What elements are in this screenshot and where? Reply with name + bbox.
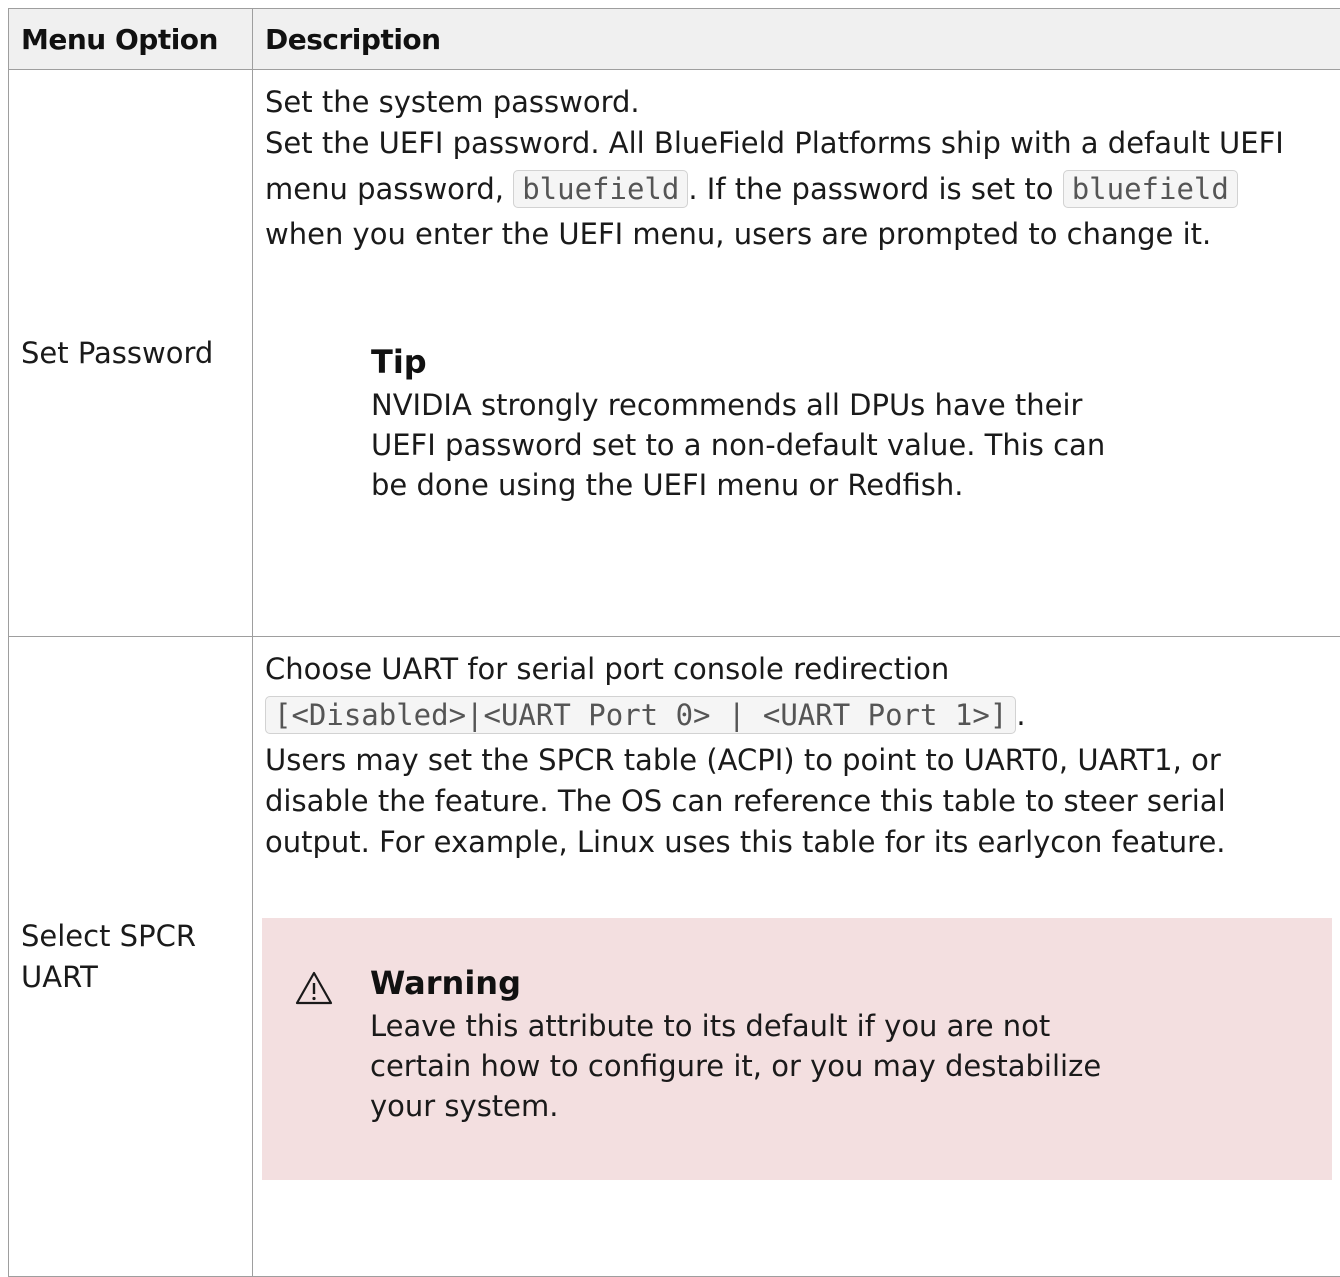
description-line: when you enter the UEFI menu, users are …: [265, 214, 1340, 255]
option-cell: Set Password: [9, 70, 253, 637]
tip-title: Tip: [371, 339, 1340, 385]
description-line: Set the UEFI password. All BlueField Pla…: [265, 123, 1340, 164]
description-line: Choose UART for serial port console redi…: [265, 649, 1340, 690]
tip-body: NVIDIA strongly recommends all DPUs have…: [371, 385, 1340, 505]
description-line: Set the system password.: [265, 82, 1340, 123]
description-line: disable the feature. The OS can referenc…: [265, 781, 1340, 822]
tip-line: UEFI password set to a non-default value…: [371, 425, 1340, 465]
option-line: Select SPCR: [21, 916, 240, 957]
description-line: menu password, bluefield. If the passwor…: [265, 164, 1340, 214]
description-cell: Set the system password. Set the UEFI pa…: [253, 70, 1340, 637]
table-row: Set Password Set the system password. Se…: [9, 70, 1340, 637]
option-line: UART: [21, 957, 240, 998]
tip-line: NVIDIA strongly recommends all DPUs have…: [371, 385, 1340, 425]
warning-body: Leave this attribute to its default if y…: [370, 1006, 1101, 1126]
description-text: .: [1016, 698, 1025, 732]
description-text: menu password,: [265, 172, 513, 206]
warning-triangle-icon: [294, 970, 334, 1006]
description-line: Users may set the SPCR table (ACPI) to p…: [265, 740, 1340, 781]
description-line: [<Disabled>|<UART Port 0> | <UART Port 1…: [265, 690, 1340, 740]
warning-title: Warning: [370, 960, 1101, 1006]
warning-content: Warning Leave this attribute to its defa…: [370, 960, 1101, 1126]
inline-code: bluefield: [513, 170, 688, 208]
description-line: output. For example, Linux uses this tab…: [265, 822, 1340, 863]
description-cell: Choose UART for serial port console redi…: [253, 637, 1340, 1277]
inline-code: bluefield: [1063, 170, 1238, 208]
header-description: Description: [253, 9, 1340, 70]
description-text: . If the password is set to: [688, 172, 1062, 206]
tip-line: be done using the UEFI menu or Redfish.: [371, 465, 1340, 505]
tip-callout: Tip NVIDIA strongly recommends all DPUs …: [253, 339, 1340, 505]
table-row: Select SPCR UART Choose UART for serial …: [9, 637, 1340, 1277]
warning-line: Leave this attribute to its default if y…: [370, 1006, 1101, 1046]
header-menu-option: Menu Option: [9, 9, 253, 70]
option-cell: Select SPCR UART: [9, 637, 253, 1277]
table-header-row: Menu Option Description: [9, 9, 1340, 70]
menu-options-table: Menu Option Description Set Password Set…: [8, 8, 1340, 1277]
warning-line: certain how to configure it, or you may …: [370, 1046, 1101, 1086]
warning-callout: Warning Leave this attribute to its defa…: [262, 918, 1332, 1180]
warning-line: your system.: [370, 1086, 1101, 1126]
inline-code: [<Disabled>|<UART Port 0> | <UART Port 1…: [265, 696, 1016, 734]
